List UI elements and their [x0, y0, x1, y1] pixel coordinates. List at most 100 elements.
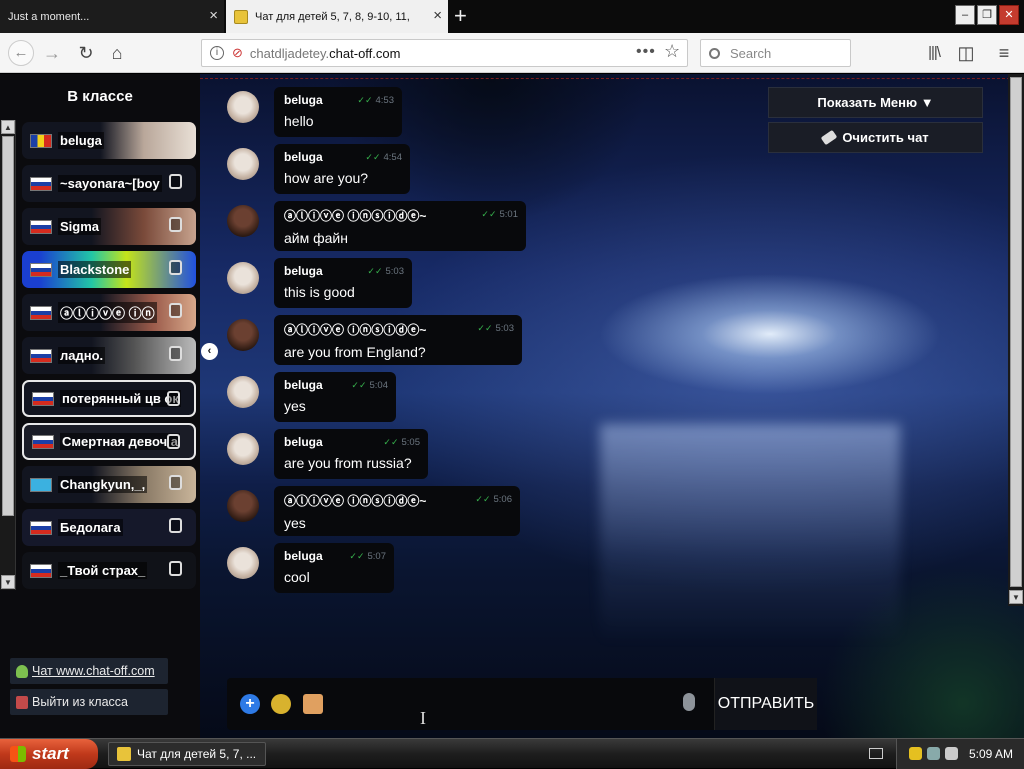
- message-bubble: ⓐⓛⓘⓥⓔ ⓘⓝⓢⓘⓓⓔ~ ✓✓ 5:01 айм файн: [274, 201, 526, 251]
- restore-window-button[interactable]: ❐: [977, 5, 997, 25]
- chat-page: В классе ▲ ▼ beluga ~sayonara~[boy Sigma: [0, 74, 1024, 738]
- chat-scrollbar[interactable]: ▼: [1008, 74, 1024, 606]
- url-host: chat-off.com: [329, 45, 401, 61]
- home-button[interactable]: ⌂: [105, 41, 129, 65]
- close-tab-icon[interactable]: ×: [209, 8, 218, 23]
- user-item-smertnaya[interactable]: Смертная девоч а: [22, 423, 196, 460]
- avatar[interactable]: [227, 262, 259, 294]
- user-item-sigma[interactable]: Sigma: [22, 208, 196, 245]
- tab-title: Just a moment...: [8, 10, 90, 23]
- user-name: Sigma: [58, 218, 102, 235]
- avatar[interactable]: [227, 319, 259, 351]
- url-subdomain: chatdljadetey.: [249, 45, 330, 61]
- emoji-icon[interactable]: [271, 694, 291, 714]
- user-name: Бедолага: [58, 519, 123, 536]
- avatar[interactable]: [227, 376, 259, 408]
- show-menu-label: Показать Меню ▼: [817, 95, 934, 110]
- user-item-sayonara[interactable]: ~sayonara~[boy: [22, 165, 196, 202]
- scrollbar-thumb[interactable]: [1010, 77, 1022, 587]
- forward-button[interactable]: →: [40, 41, 64, 65]
- tab-just-a-moment[interactable]: Just a moment... ×: [0, 0, 224, 33]
- close-window-button[interactable]: ✕: [999, 5, 1019, 25]
- mobile-device-icon: [169, 303, 182, 318]
- user-item-changkyun[interactable]: Changkyun,_,: [22, 466, 196, 503]
- send-label: ОТПРАВИТЬ: [717, 695, 815, 712]
- show-menu-button[interactable]: Показать Меню ▼: [768, 87, 983, 118]
- insecure-lock-icon[interactable]: ⊘: [232, 45, 243, 61]
- page-actions-icon[interactable]: •••: [636, 43, 656, 61]
- library-icon[interactable]: |||\: [922, 41, 946, 65]
- message-text: are you from russia?: [284, 455, 412, 471]
- message-time: ✓✓ 4:53: [357, 95, 394, 106]
- task-item-label: Чат для детей 5, 7, ...: [137, 747, 257, 761]
- mobile-device-icon: [169, 260, 182, 275]
- user-name: _Твой страх_: [58, 562, 148, 579]
- time-text: 4:53: [375, 95, 395, 106]
- scroll-down-icon[interactable]: ▼: [1009, 590, 1023, 604]
- user-item-blackstone[interactable]: Blackstone: [22, 251, 196, 288]
- scroll-up-icon[interactable]: ▲: [1, 120, 15, 134]
- mobile-device-icon: [169, 217, 182, 232]
- close-tab-icon[interactable]: ×: [433, 8, 442, 23]
- user-item-alive-inside[interactable]: ⓐⓛⓘⓥⓔ ⓘⓝ: [22, 294, 196, 331]
- user-item-beluga[interactable]: beluga: [22, 122, 196, 159]
- search-input[interactable]: Search: [700, 39, 851, 67]
- message-input[interactable]: [327, 690, 677, 718]
- avatar[interactable]: [227, 433, 259, 465]
- url-bar[interactable]: i ⊘ chatdljadetey. chat-off.com: [201, 39, 688, 67]
- flag-russia-icon: [32, 391, 54, 406]
- site-link[interactable]: Чат www.chat-off.com: [10, 658, 168, 684]
- taskbar-item-browser[interactable]: Чат для детей 5, 7, ...: [108, 742, 266, 766]
- sidebar-toggle-icon[interactable]: ◫: [954, 41, 978, 65]
- user-item-ladno[interactable]: ладно.: [22, 337, 196, 374]
- user-name: Смертная девоч а: [60, 433, 180, 450]
- avatar[interactable]: [227, 91, 259, 123]
- avatar[interactable]: [227, 205, 259, 237]
- new-tab-button[interactable]: +: [454, 4, 467, 28]
- message-bubble: beluga ✓✓ 5:05 are you from russia?: [274, 429, 428, 479]
- search-placeholder: Search: [730, 45, 772, 61]
- avatar[interactable]: [227, 148, 259, 180]
- collapse-sidebar-button[interactable]: ‹: [201, 343, 218, 360]
- volume-icon[interactable]: [945, 747, 958, 760]
- sticker-icon[interactable]: [303, 694, 323, 714]
- message-bubble: beluga ✓✓ 5:04 yes: [274, 372, 396, 422]
- sidebar-scrollbar[interactable]: ▲ ▼: [0, 120, 16, 590]
- user-item-bedolaga[interactable]: Бедолага: [22, 509, 196, 546]
- avatar[interactable]: [227, 490, 259, 522]
- exit-class-button[interactable]: Выйти из класса: [10, 689, 168, 715]
- start-button[interactable]: start: [0, 739, 98, 769]
- reload-button[interactable]: ↻: [74, 41, 98, 65]
- security-shield-icon[interactable]: [909, 747, 922, 760]
- scroll-down-icon[interactable]: ▼: [1, 575, 15, 589]
- minimize-window-button[interactable]: –: [955, 5, 975, 25]
- mobile-device-icon: [169, 518, 182, 533]
- send-button[interactable]: ОТПРАВИТЬ: [714, 678, 817, 730]
- user-item-tvoi-strah[interactable]: _Твой страх_: [22, 552, 196, 589]
- message-time: ✓✓ 5:04: [351, 380, 388, 391]
- message-time: ✓✓ 5:07: [349, 551, 386, 562]
- scrollbar-thumb[interactable]: [2, 136, 14, 516]
- flag-russia-icon: [30, 219, 52, 234]
- message-text: are you from England?: [284, 344, 426, 360]
- back-button[interactable]: ←: [8, 40, 34, 66]
- microphone-icon[interactable]: [683, 693, 695, 711]
- network-icon[interactable]: [927, 747, 940, 760]
- message-bubble: ⓐⓛⓘⓥⓔ ⓘⓝⓢⓘⓓⓔ~ ✓✓ 5:03 are you from Englan…: [274, 315, 522, 365]
- clear-chat-button[interactable]: Очистить чат: [768, 122, 983, 153]
- navigation-bar: ← → ↻ ⌂ i ⊘ chatdljadetey. chat-off.com •…: [0, 33, 1024, 73]
- exit-door-icon: [16, 695, 28, 709]
- keyboard-icon[interactable]: [869, 748, 883, 759]
- info-icon[interactable]: i: [210, 46, 224, 60]
- user-item-poteryanny[interactable]: потерянный цв ок: [22, 380, 196, 417]
- bookmark-star-icon[interactable]: ☆: [664, 41, 680, 62]
- clock[interactable]: 5:09 AM: [969, 747, 1013, 761]
- tab-chat[interactable]: Чат для детей 5, 7, 8, 9-10, 11, ×: [226, 0, 448, 33]
- site-link-label: Чат www.chat-off.com: [32, 664, 155, 678]
- flag-russia-icon: [30, 348, 52, 363]
- flag-romania-icon: [30, 133, 52, 148]
- message-time: ✓✓ 5:01: [481, 209, 518, 220]
- add-attachment-button[interactable]: +: [240, 694, 260, 714]
- avatar[interactable]: [227, 547, 259, 579]
- hamburger-menu-icon[interactable]: ≡: [992, 41, 1016, 65]
